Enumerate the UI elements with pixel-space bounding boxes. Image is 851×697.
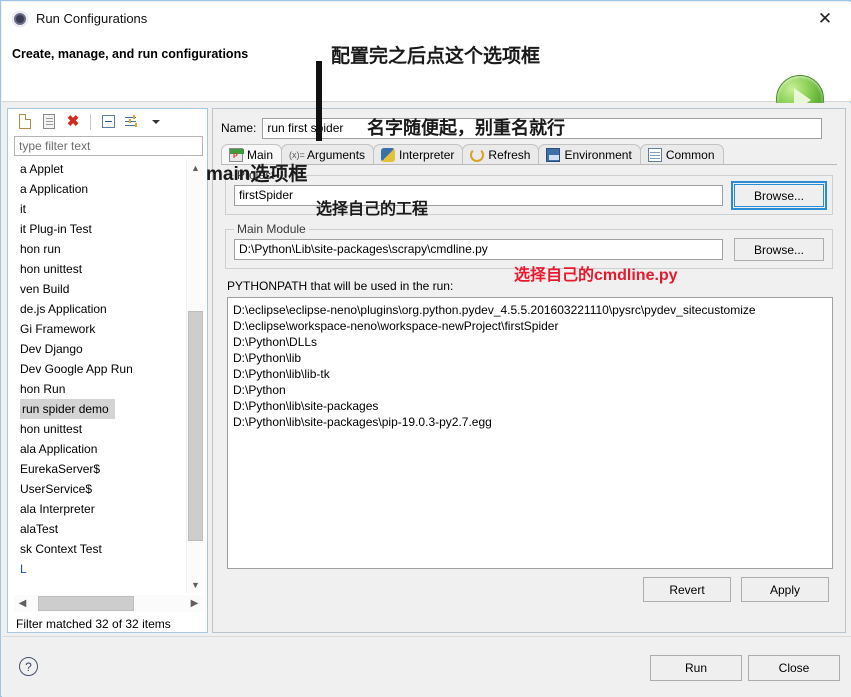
tree-item[interactable]: hon unittest <box>14 419 186 439</box>
scroll-down-icon[interactable]: ▼ <box>187 576 203 593</box>
tab-label: Interpreter <box>399 147 455 162</box>
tab-refresh[interactable]: Refresh <box>462 144 540 164</box>
tree-item[interactable]: a Application <box>14 179 186 199</box>
configuration-tabs: Main (x)= Arguments Interpreter Refresh … <box>221 144 837 165</box>
tree-horizontal-scrollbar[interactable]: ◀ ▶ <box>14 595 203 612</box>
main-module-group-title: Main Module <box>234 222 309 236</box>
tab-environment[interactable]: Environment <box>538 144 641 164</box>
tab-common[interactable]: Common <box>639 144 724 164</box>
delete-configuration-icon[interactable]: ✖ <box>62 112 84 132</box>
pythonpath-entry: D:\Python\lib\lib-tk <box>233 367 330 381</box>
tree-item[interactable]: Dev Google App Run <box>14 359 186 379</box>
tree-item[interactable]: ala Interpreter <box>14 499 186 519</box>
main-module-input[interactable]: D:\Python\Lib\site-packages\scrapy\cmdli… <box>234 239 723 260</box>
main-module-browse-button[interactable]: Browse... <box>734 238 824 261</box>
close-button[interactable]: Close <box>748 655 840 681</box>
duplicate-configuration-icon[interactable] <box>38 112 60 132</box>
tree-item-selected[interactable]: run spider demo <box>20 399 115 419</box>
tab-interpreter[interactable]: Interpreter <box>373 144 464 164</box>
header-title: Create, manage, and run configurations <box>12 47 249 61</box>
app-gear-icon <box>12 10 28 27</box>
pythonpath-entry: D:\Python <box>233 383 286 397</box>
tree-item[interactable]: Dev Django <box>14 339 186 359</box>
pythonpath-label: PYTHONPATH that will be used in the run: <box>227 279 454 293</box>
tree-item[interactable]: EurekaServer$ <box>14 459 186 479</box>
chevron-down-icon[interactable] <box>145 112 167 132</box>
annotation-module-note: 选择自己的cmdline.py <box>514 267 678 284</box>
tree-item[interactable]: hon unittest <box>14 259 186 279</box>
filter-configurations-icon[interactable] <box>121 112 143 132</box>
configurations-toolbar: ✖ <box>8 109 207 134</box>
tab-label: Arguments <box>307 147 366 162</box>
tree-item[interactable]: L <box>14 559 186 579</box>
tree-item[interactable]: sk Context Test <box>14 539 186 559</box>
tree-vertical-scrollbar[interactable]: ▲ ▼ <box>186 159 203 593</box>
help-icon[interactable]: ? <box>19 657 38 676</box>
tree-item[interactable]: ven Build <box>14 279 186 299</box>
tree-item[interactable]: alaTest <box>14 519 186 539</box>
close-icon[interactable]: ✕ <box>807 6 843 32</box>
title-bar: Run Configurations ✕ <box>2 2 851 35</box>
dialog-body: ✖ type filter text a Applet a Applicatio… <box>2 103 851 636</box>
toolbar-divider <box>90 113 91 130</box>
configuration-tree-items: a Applet a Application it it Plug-in Tes… <box>14 159 186 579</box>
configuration-editor-panel: Name: run first spider Main (x)= Argumen… <box>212 108 846 633</box>
run-button[interactable]: Run <box>650 655 742 681</box>
tree-item[interactable]: it Plug-in Test <box>14 219 186 239</box>
apply-button[interactable]: Apply <box>741 577 829 602</box>
annotation-name-note: 名字随便起，别重名就行 <box>367 118 565 138</box>
tab-label: Environment <box>564 147 632 162</box>
scroll-right-icon[interactable]: ▶ <box>186 595 203 612</box>
tree-item[interactable]: hon run <box>14 239 186 259</box>
tab-label: Common <box>665 147 715 162</box>
pythonpath-entry: D:\eclipse\eclipse-neno\plugins\org.pyth… <box>233 303 756 317</box>
name-label: Name: <box>221 121 257 135</box>
pythonpath-entry: D:\Python\lib <box>233 351 302 365</box>
configuration-tree[interactable]: a Applet a Application it it Plug-in Tes… <box>14 159 203 593</box>
tree-item[interactable]: hon Run <box>14 379 186 399</box>
revert-button[interactable]: Revert <box>643 577 731 602</box>
tree-item[interactable]: UserService$ <box>14 479 186 499</box>
search-input[interactable]: type filter text <box>14 136 203 156</box>
common-tab-icon <box>647 147 662 162</box>
environment-tab-icon <box>546 147 561 162</box>
dialog-footer: ? Run Close <box>2 636 851 697</box>
tree-item[interactable]: de.js Application <box>14 299 186 319</box>
project-browse-button[interactable]: Browse... <box>731 181 827 210</box>
scroll-up-icon[interactable]: ▲ <box>187 159 203 176</box>
annotation-top-note: 配置完之后点这个选项框 <box>331 46 541 67</box>
delete-glyph: ✖ <box>66 113 80 130</box>
new-configuration-icon[interactable] <box>14 112 36 132</box>
interpreter-tab-icon <box>381 147 396 162</box>
collapse-all-icon[interactable] <box>97 112 119 132</box>
annotation-pointer-bar <box>316 61 322 141</box>
tree-item[interactable]: it <box>14 199 186 219</box>
tree-item[interactable]: a Applet <box>14 159 186 179</box>
tree-item[interactable]: ala Application <box>14 439 186 459</box>
annotation-project-note: 选择自己的工程 <box>316 201 429 218</box>
vertical-scroll-thumb[interactable] <box>188 311 203 541</box>
configurations-panel: ✖ type filter text a Applet a Applicatio… <box>7 108 208 633</box>
refresh-tab-icon <box>470 147 485 162</box>
project-input[interactable]: firstSpider <box>234 185 723 206</box>
pythonpath-entry: D:\Python\lib\site-packages <box>233 399 379 413</box>
pythonpath-entry: D:\Python\lib\site-packages\pip-19.0.3-p… <box>233 415 492 429</box>
annotation-main-tab-note: main选项框 <box>206 164 308 185</box>
pythonpath-entry: D:\Python\DLLs <box>233 335 318 349</box>
pythonpath-list[interactable]: D:\eclipse\eclipse-neno\plugins\org.pyth… <box>227 297 833 569</box>
run-configurations-window: Run Configurations ✕ Create, manage, and… <box>0 0 851 697</box>
tab-label: Refresh <box>488 147 531 162</box>
filter-status-text: Filter matched 32 of 32 items <box>16 617 171 631</box>
horizontal-scroll-thumb[interactable] <box>38 596 134 611</box>
window-title: Run Configurations <box>36 11 148 26</box>
scroll-left-icon[interactable]: ◀ <box>14 595 31 612</box>
tree-item[interactable]: Gi Framework <box>14 319 186 339</box>
pythonpath-entry: D:\eclipse\workspace-neno\workspace-newP… <box>233 319 559 333</box>
